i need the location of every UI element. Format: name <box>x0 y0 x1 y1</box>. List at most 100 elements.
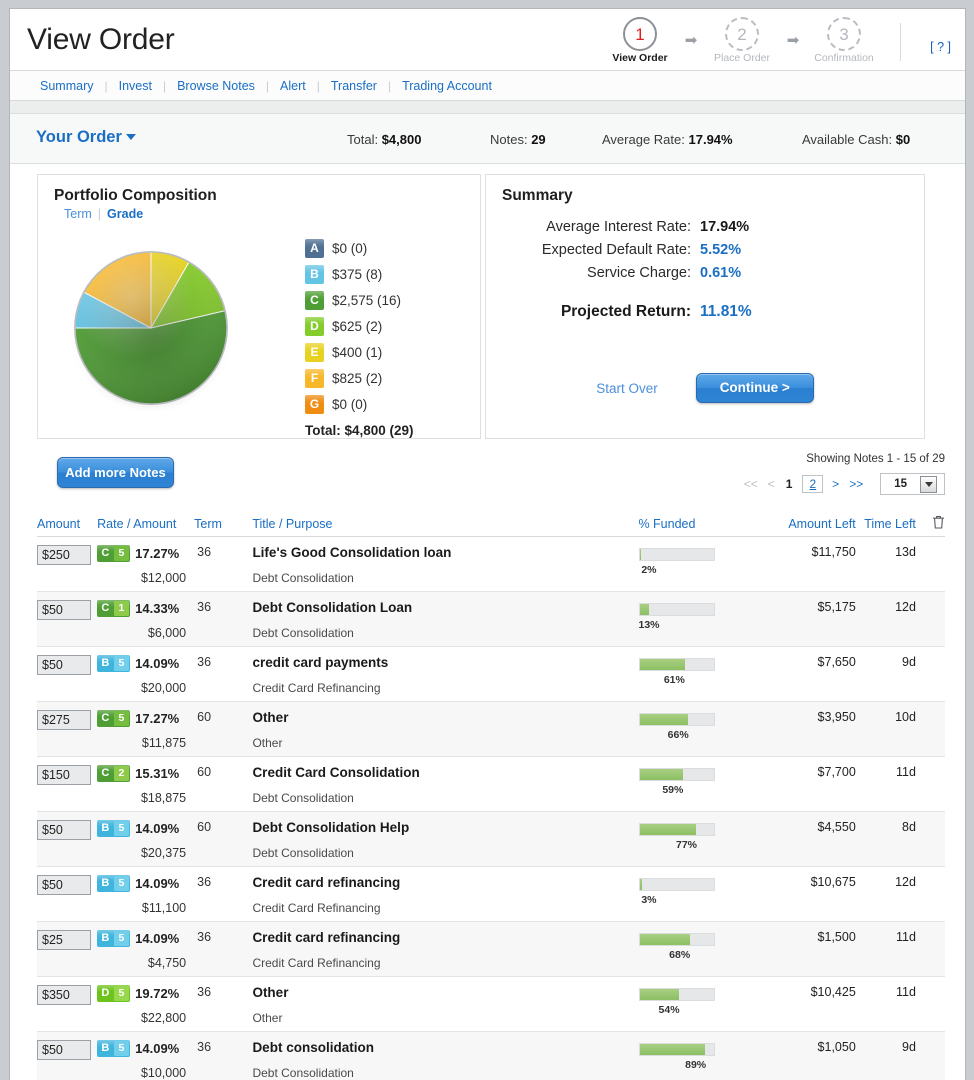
page-header: View Order 1 View Order ➡ 2 Place Order … <box>10 9 965 71</box>
note-title[interactable]: Debt Consolidation Loan <box>252 600 638 615</box>
amount-input[interactable] <box>37 710 91 730</box>
step-confirmation[interactable]: 3 Confirmation <box>805 15 883 64</box>
page-size-select[interactable]: 15 <box>880 473 945 495</box>
amount-input[interactable] <box>37 930 91 950</box>
note-title[interactable]: Credit card refinancing <box>252 875 638 890</box>
amount-cell <box>37 710 97 730</box>
subtab-separator: | <box>92 207 107 221</box>
tab-term[interactable]: Term <box>64 207 92 221</box>
note-title[interactable]: Credit card refinancing <box>252 930 638 945</box>
funded-progress-fill <box>640 769 684 780</box>
time-left-cell: 12d <box>856 600 916 614</box>
col-rate-amount[interactable]: Rate / Amount <box>97 517 194 531</box>
stat-notes-label: Notes: <box>490 132 528 147</box>
chevron-down-icon[interactable] <box>920 476 937 493</box>
note-title[interactable]: Other <box>252 985 638 1000</box>
pager-prev[interactable]: < <box>768 477 775 491</box>
pager-page-2[interactable]: 2 <box>802 475 823 493</box>
rate-amount-cell: B514.09%$20,375 <box>97 820 194 860</box>
note-purpose: Debt Consolidation <box>252 571 638 585</box>
summary-heading: Summary <box>486 175 924 205</box>
amount-left-cell: $5,175 <box>763 600 856 614</box>
rate-amount-cell: D519.72%$22,800 <box>97 985 194 1025</box>
tab-grade[interactable]: Grade <box>107 207 143 221</box>
pager-last[interactable]: >> <box>849 477 863 491</box>
label: Expected Default Rate: <box>486 242 700 258</box>
amount-input[interactable] <box>37 655 91 675</box>
note-purpose: Debt Consolidation <box>252 1066 638 1080</box>
table-header-row: Amount Rate / Amount Term Title / Purpos… <box>37 511 945 537</box>
loan-amount: $11,100 <box>97 901 194 915</box>
amount-input[interactable] <box>37 765 91 785</box>
amount-input[interactable] <box>37 985 91 1005</box>
note-title[interactable]: Debt consolidation <box>252 1040 638 1055</box>
grade-subscore: 1 <box>114 601 130 616</box>
nav-separator: | <box>154 79 175 93</box>
header-divider <box>900 23 901 61</box>
step-3-label: Confirmation <box>805 52 883 64</box>
trash-icon[interactable] <box>916 515 945 532</box>
add-more-notes-button[interactable]: Add more Notes <box>57 457 174 488</box>
col-term[interactable]: Term <box>194 517 252 531</box>
legend-value: $625 (2) <box>332 319 382 334</box>
term-cell: 36 <box>194 655 252 669</box>
title-purpose-cell: Debt consolidation Debt Consolidation <box>252 1040 638 1080</box>
table-row: B514.09%$20,37560Debt Consolidation Help… <box>37 812 945 867</box>
panels-row: Portfolio Composition Term|Grade <box>10 164 965 439</box>
your-order-dropdown[interactable]: Your Order <box>36 128 136 147</box>
note-title[interactable]: Debt Consolidation Help <box>252 820 638 835</box>
grade-letter: D <box>97 985 113 1002</box>
amount-left-cell: $1,050 <box>763 1040 856 1054</box>
amount-left-cell: $1,500 <box>763 930 856 944</box>
note-title[interactable]: Credit Card Consolidation <box>252 765 638 780</box>
percent-funded-cell: 59% <box>639 765 763 796</box>
loan-amount: $22,800 <box>97 1011 194 1025</box>
col-amount[interactable]: Amount <box>37 517 97 531</box>
stat-rate-label: Average Rate: <box>602 132 685 147</box>
nav-item-trading-account[interactable]: Trading Account <box>400 79 494 93</box>
grade-subscore: 5 <box>114 711 130 726</box>
amount-input[interactable] <box>37 545 91 565</box>
amount-input[interactable] <box>37 875 91 895</box>
amount-input[interactable] <box>37 1040 91 1060</box>
nav-item-alert[interactable]: Alert <box>278 79 308 93</box>
step-place-order[interactable]: 2 Place Order <box>703 15 781 64</box>
step-arrow-icon: ➡ <box>781 15 805 49</box>
summary-row-expected-default-rate: Expected Default Rate: 5.52% <box>486 242 924 258</box>
percent-funded-cell: 3% <box>639 875 763 906</box>
interest-rate: 14.09% <box>135 1041 179 1056</box>
pager-first[interactable]: << <box>744 477 758 491</box>
note-purpose: Credit Card Refinancing <box>252 956 638 970</box>
note-title[interactable]: Other <box>252 710 638 725</box>
nav-item-invest[interactable]: Invest <box>117 79 154 93</box>
note-title[interactable]: Life's Good Consolidation loan <box>252 545 638 560</box>
amount-input[interactable] <box>37 600 91 620</box>
nav-item-summary[interactable]: Summary <box>38 79 95 93</box>
funded-percent-label: 77% <box>639 839 698 851</box>
interest-rate: 14.33% <box>135 601 179 616</box>
col-amount-left[interactable]: Amount Left <box>763 517 856 531</box>
col-title-purpose[interactable]: Title / Purpose <box>252 517 638 531</box>
note-title[interactable]: credit card payments <box>252 655 638 670</box>
amount-input[interactable] <box>37 820 91 840</box>
nav-item-transfer[interactable]: Transfer <box>329 79 379 93</box>
amount-cell <box>37 545 97 565</box>
nav-item-browse-notes[interactable]: Browse Notes <box>175 79 257 93</box>
funded-progress-fill <box>640 879 642 890</box>
start-over-link[interactable]: Start Over <box>596 381 658 396</box>
legend-grade-badge: E <box>305 343 324 362</box>
step-2-circle: 2 <box>725 17 759 51</box>
pager-next[interactable]: > <box>832 477 839 491</box>
step-view-order[interactable]: 1 View Order <box>601 15 679 64</box>
rate-amount-cell: C517.27%$12,000 <box>97 545 194 585</box>
col-percent-funded[interactable]: % Funded <box>638 517 762 531</box>
value: 0.61% <box>700 265 741 281</box>
pager-page-1[interactable]: 1 <box>786 477 793 491</box>
summary-actions: Start Over Continue > <box>486 373 924 403</box>
continue-button[interactable]: Continue > <box>696 373 814 403</box>
pie-chart <box>66 245 236 410</box>
help-link[interactable]: [ ? ] <box>930 40 951 54</box>
table-row: D519.72%$22,80036OtherOther54%$10,42511d <box>37 977 945 1032</box>
col-time-left[interactable]: Time Left <box>856 517 916 531</box>
legend-value: $825 (2) <box>332 371 382 386</box>
